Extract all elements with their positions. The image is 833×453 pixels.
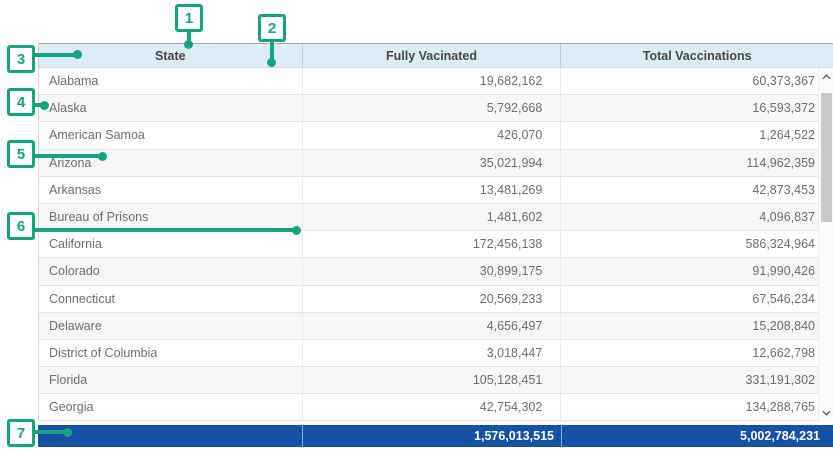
cell-total-vaccinations: 60,373,367 xyxy=(561,68,833,94)
chevron-down-icon[interactable] xyxy=(819,406,833,420)
cell-state: Connecticut xyxy=(39,286,303,312)
cell-state: California xyxy=(39,231,303,257)
totals-cell-fully-vacinated: 1,576,013,515 xyxy=(302,425,561,447)
cell-fully-vacinated: 105,128,451 xyxy=(303,367,562,393)
cell-fully-vacinated: 13,481,269 xyxy=(303,177,562,203)
column-header-total-vaccinations: Total Vaccinations xyxy=(561,44,833,67)
cell-total-vaccinations: 12,662,798 xyxy=(561,340,833,366)
table-header: State Fully Vacinated Total Vaccinations xyxy=(38,43,833,68)
table-body: Alabama 19,682,162 60,373,367 Alaska 5,7… xyxy=(38,68,833,422)
cell-total-vaccinations: 586,324,964 xyxy=(561,231,833,257)
totals-row: 1,576,013,515 5,002,784,231 xyxy=(38,425,833,447)
annotation-line-5 xyxy=(33,154,103,158)
annotation-callout-4: 4 xyxy=(7,88,35,116)
table-row[interactable]: Delaware 4,656,497 15,208,840 xyxy=(39,313,833,340)
column-header-fully-vacinated: Fully Vacinated xyxy=(303,44,562,67)
annotation-dot-3 xyxy=(73,50,82,59)
cell-state: Alabama xyxy=(39,68,303,94)
vaccinations-table: State Fully Vacinated Total Vaccinations… xyxy=(38,43,833,447)
cell-total-vaccinations: 4,096,837 xyxy=(561,204,833,230)
cell-fully-vacinated: 4,656,497 xyxy=(303,313,562,339)
table-row[interactable]: American Samoa 426,070 1,264,522 xyxy=(39,122,833,149)
cell-total-vaccinations: 16,593,372 xyxy=(561,95,833,121)
cell-fully-vacinated: 20,569,233 xyxy=(303,286,562,312)
cell-fully-vacinated: 172,456,138 xyxy=(303,231,562,257)
annotation-line-2 xyxy=(270,40,274,60)
annotation-line-6 xyxy=(33,228,297,232)
table-row[interactable]: Arkansas 13,481,269 42,873,453 xyxy=(39,177,833,204)
table-row[interactable]: Alaska 5,792,668 16,593,372 xyxy=(39,95,833,122)
cell-state: District of Columbia xyxy=(39,340,303,366)
table-row[interactable]: District of Columbia 3,018,447 12,662,79… xyxy=(39,340,833,367)
cell-fully-vacinated: 19,682,162 xyxy=(303,68,562,94)
table-row[interactable]: Florida 105,128,451 331,191,302 xyxy=(39,367,833,394)
table-row[interactable]: Alabama 19,682,162 60,373,367 xyxy=(39,68,833,95)
cell-state: Florida xyxy=(39,367,303,393)
chevron-up-icon[interactable] xyxy=(819,70,833,84)
annotation-dot-4 xyxy=(40,101,49,110)
cell-total-vaccinations: 114,962,359 xyxy=(561,150,833,176)
annotation-callout-7: 7 xyxy=(7,419,35,447)
cell-fully-vacinated: 426,070 xyxy=(303,122,562,148)
cell-fully-vacinated: 5,792,668 xyxy=(303,95,562,121)
cell-total-vaccinations: 1,264,522 xyxy=(561,122,833,148)
annotation-dot-6 xyxy=(292,226,301,235)
table-row[interactable]: California 172,456,138 586,324,964 xyxy=(39,231,833,258)
cell-fully-vacinated: 30,899,175 xyxy=(303,258,562,284)
table-row[interactable]: Connecticut 20,569,233 67,546,234 xyxy=(39,286,833,313)
annotation-dot-1 xyxy=(184,40,193,49)
cell-fully-vacinated: 35,021,994 xyxy=(303,150,562,176)
annotation-callout-2: 2 xyxy=(258,14,286,42)
cell-fully-vacinated: 3,018,447 xyxy=(303,340,562,366)
cell-state: Alaska xyxy=(39,95,303,121)
annotation-dot-5 xyxy=(98,152,107,161)
annotation-callout-5: 5 xyxy=(7,140,35,168)
table-row[interactable]: Arizona 35,021,994 114,962,359 xyxy=(39,150,833,177)
totals-cell-state xyxy=(38,425,302,447)
cell-state: Delaware xyxy=(39,313,303,339)
annotation-callout-3: 3 xyxy=(7,45,35,73)
cell-total-vaccinations: 134,288,765 xyxy=(561,394,833,420)
scrollbar-thumb[interactable] xyxy=(821,93,832,222)
cell-state: Georgia xyxy=(39,394,303,420)
totals-cell-total-vaccinations: 5,002,784,231 xyxy=(561,425,833,447)
cell-state: Bureau of Prisons xyxy=(39,204,303,230)
cell-state: Colorado xyxy=(39,258,303,284)
annotation-line-3 xyxy=(33,53,78,57)
cell-state: American Samoa xyxy=(39,122,303,148)
cell-total-vaccinations: 67,546,234 xyxy=(561,286,833,312)
table-row[interactable]: Colorado 30,899,175 91,990,426 xyxy=(39,258,833,285)
cell-fully-vacinated: 1,481,602 xyxy=(303,204,562,230)
annotation-callout-1: 1 xyxy=(175,4,203,32)
annotation-dot-7 xyxy=(63,428,72,437)
annotation-dot-2 xyxy=(267,58,276,67)
vertical-scrollbar[interactable] xyxy=(818,68,833,422)
cell-state: Arkansas xyxy=(39,177,303,203)
cell-total-vaccinations: 331,191,302 xyxy=(561,367,833,393)
cell-total-vaccinations: 42,873,453 xyxy=(561,177,833,203)
annotation-callout-6: 6 xyxy=(7,212,35,240)
cell-fully-vacinated: 42,754,302 xyxy=(303,394,562,420)
table-row[interactable]: Georgia 42,754,302 134,288,765 xyxy=(39,394,833,421)
cell-total-vaccinations: 91,990,426 xyxy=(561,258,833,284)
cell-total-vaccinations: 15,208,840 xyxy=(561,313,833,339)
